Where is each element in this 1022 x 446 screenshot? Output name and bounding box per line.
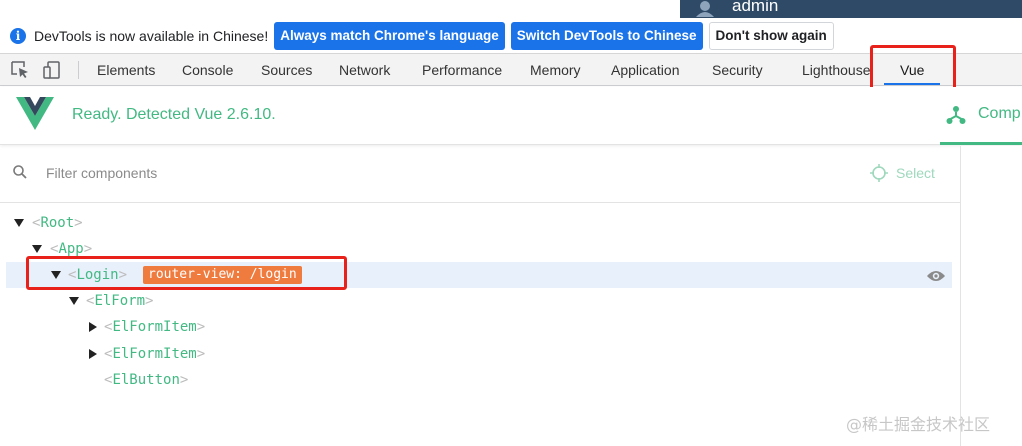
tree-node-label: <Root> [32,215,83,231]
devtools-tabbar: Elements Console Sources Network Perform… [0,54,1022,86]
tab-memory[interactable]: Memory [530,54,581,86]
tab-lighthouse[interactable]: Lighthouse [802,54,871,86]
vue-logo-icon [16,97,54,131]
components-tab[interactable]: Comp [940,87,1022,145]
router-view-badge: router-view: /login [143,266,302,284]
tab-security[interactable]: Security [712,54,763,86]
infobar-message: DevTools is now available in Chinese! [34,27,269,44]
tree-node-elformitem[interactable]: <ElFormItem> [6,314,952,340]
toolbar-divider [78,61,79,79]
target-icon [870,164,888,182]
tree-node-label: <ElFormItem> [104,346,206,362]
components-tab-label: Comp [978,105,1021,122]
tab-elements[interactable]: Elements [97,54,155,86]
admin-header: admin [680,0,1022,18]
vue-detected-status: Ready. Detected Vue 2.6.10. [72,106,276,123]
tree-node-root[interactable]: <Root> [6,210,952,236]
tree-node-elbutton[interactable]: <ElButton> [6,367,952,393]
tab-vue[interactable]: Vue [900,54,924,86]
tree-node-label: <Login> [68,267,128,283]
tab-application[interactable]: Application [611,54,680,86]
tree-node-app[interactable]: <App> [6,236,952,262]
caret-down-icon[interactable] [32,236,44,262]
select-component-button[interactable]: Select [870,162,935,184]
tab-sources[interactable]: Sources [261,54,312,86]
tree-node-label: <ElFormItem> [104,319,206,335]
tab-performance[interactable]: Performance [422,54,502,86]
inspector-pane [960,146,1022,446]
caret-right-icon[interactable] [88,341,100,367]
tree-node-login[interactable]: <Login> router-view: /login [6,262,952,288]
caret-right-icon[interactable] [88,314,100,340]
tab-network[interactable]: Network [339,54,390,86]
switch-to-chinese-button[interactable]: Switch DevTools to Chinese [510,21,703,50]
user-name: admin [732,0,779,15]
tree-node-elform[interactable]: <ElForm> [6,288,952,314]
filter-components-input[interactable] [46,162,446,184]
component-tree-icon [946,105,966,125]
user-icon [696,1,714,17]
always-match-language-button[interactable]: Always match Chrome's language [274,21,505,50]
active-tab-indicator [884,83,940,85]
inspect-element-icon[interactable] [10,60,30,80]
eye-icon[interactable] [926,267,946,283]
caret-down-icon[interactable] [69,288,81,314]
watermark-text: @稀土掘金技术社区 [846,415,991,434]
component-tree: <Root> <App> <Login> router-view: /login… [0,208,960,408]
vue-devtools-header: Ready. Detected Vue 2.6.10. Comp [0,87,1022,145]
dont-show-again-button[interactable]: Don't show again [708,21,834,50]
info-icon: i [10,27,26,44]
select-label: Select [896,165,935,181]
tab-console[interactable]: Console [182,54,233,86]
tree-node-label: <ElForm> [86,293,154,309]
tree-node-label: <App> [50,241,93,257]
caret-down-icon[interactable] [14,210,26,236]
tree-node-label: <ElButton> [104,372,189,388]
language-infobar: i DevTools is now available in Chinese! … [0,18,1022,54]
caret-down-icon[interactable] [51,262,63,288]
device-toolbar-icon[interactable] [42,60,62,80]
search-icon [12,164,28,180]
tree-node-elformitem[interactable]: <ElFormItem> [6,341,952,367]
component-filter-bar: Select [0,146,960,203]
